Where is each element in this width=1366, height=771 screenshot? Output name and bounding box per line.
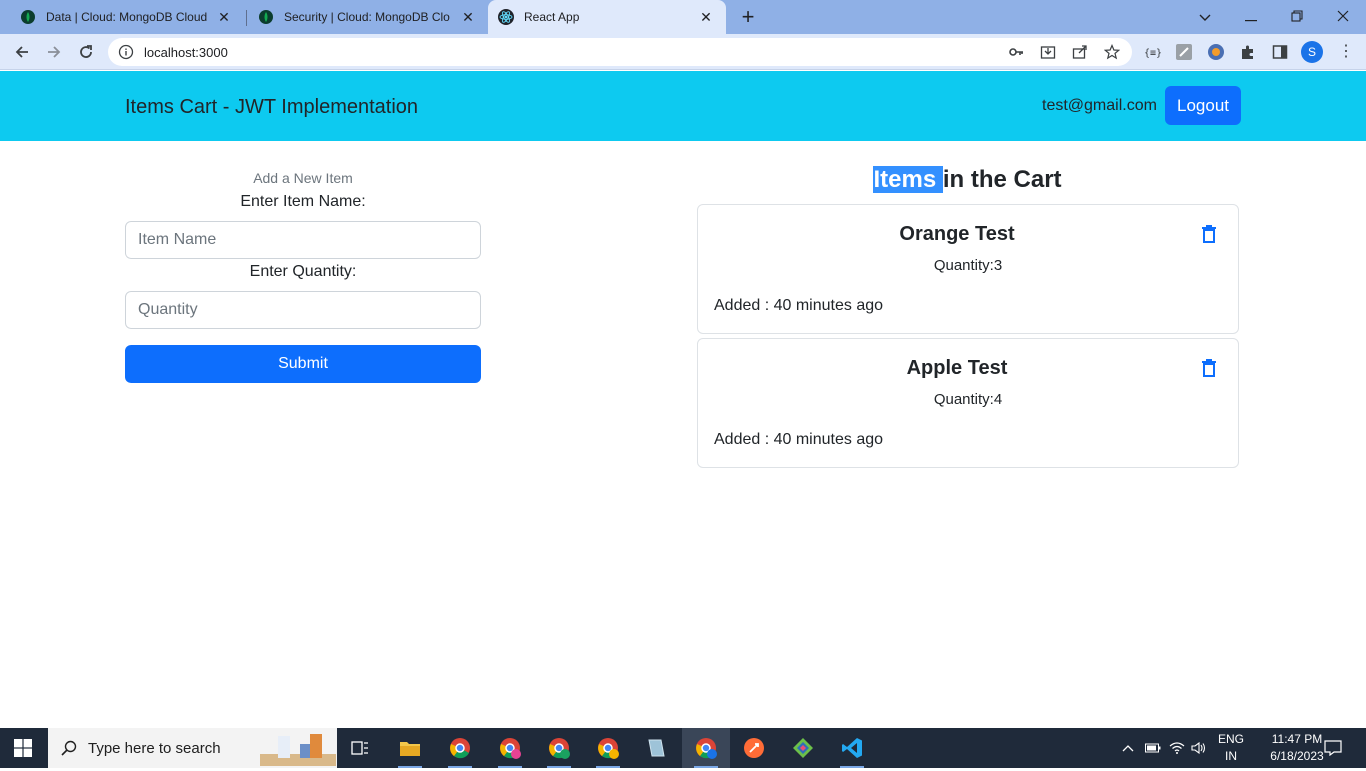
restore-icon[interactable] <box>1286 6 1308 28</box>
trash-icon[interactable] <box>1201 358 1217 378</box>
minimize-icon[interactable] <box>1240 6 1262 28</box>
quantity-input[interactable] <box>125 291 481 329</box>
chrome-profile-2-icon[interactable] <box>486 728 534 768</box>
tray-overflow-chevron-icon[interactable] <box>1120 728 1136 768</box>
tab-mongodb-data[interactable]: Data | Cloud: MongoDB Cloud ✕ <box>0 0 244 34</box>
file-explorer-icon[interactable] <box>386 728 434 768</box>
search-icon <box>60 739 78 757</box>
language-code: ENG <box>1217 732 1244 746</box>
chrome-profile-3-icon[interactable] <box>535 728 583 768</box>
cart-title: Items in the Cart <box>697 166 1238 194</box>
trash-icon[interactable] <box>1201 224 1217 244</box>
json-extension-icon[interactable]: {≡} <box>1143 43 1161 61</box>
user-email: test@gmail.com <box>1042 97 1157 114</box>
search-highlight-illustration-icon <box>260 730 336 766</box>
wifi-icon[interactable] <box>1168 728 1186 768</box>
item-added-time: Added : 40 minutes ago <box>714 297 884 314</box>
install-app-icon[interactable] <box>1040 44 1056 60</box>
forward-arrow-icon[interactable] <box>42 40 66 64</box>
region-code: IN <box>1225 749 1237 763</box>
bookmark-star-icon[interactable] <box>1104 44 1120 60</box>
chrome-profile-4-icon[interactable] <box>584 728 632 768</box>
tab-mongodb-security[interactable]: Security | Cloud: MongoDB Cloud ✕ <box>238 0 488 34</box>
search-placeholder: Type here to search <box>88 739 221 757</box>
window-close-icon[interactable] <box>1332 6 1354 28</box>
app-navbar: Items Cart - JWT Implementation test@gma… <box>0 71 1366 141</box>
cart-title-highlight: Items <box>873 166 943 193</box>
back-arrow-icon[interactable] <box>10 40 34 64</box>
battery-icon[interactable] <box>1144 728 1162 768</box>
item-name: Apple Test <box>906 357 1008 379</box>
address-bar[interactable]: localhost:3000 <box>108 38 1132 66</box>
taskbar-search-box[interactable]: Type here to search <box>48 728 337 768</box>
profile-avatar[interactable]: S <box>1301 41 1323 63</box>
cart-item-card: Orange Test Quantity:3 Added : 40 minute… <box>697 204 1239 334</box>
windows-taskbar: Type here to search ENG IN 11:47 PM 6/18… <box>0 728 1366 768</box>
item-name: Orange Test <box>899 223 1015 245</box>
tab-title: Security | Cloud: MongoDB Cloud <box>284 10 450 24</box>
close-icon[interactable]: ✕ <box>698 9 714 25</box>
side-panel-icon[interactable] <box>1271 43 1289 61</box>
mongodb-leaf-icon <box>20 9 36 25</box>
git-tool-icon[interactable] <box>779 728 827 768</box>
puzzle-extensions-icon[interactable] <box>1239 43 1257 61</box>
close-icon[interactable]: ✕ <box>460 9 476 25</box>
browser-tab-strip: Data | Cloud: MongoDB Cloud ✕ Security |… <box>0 0 1366 34</box>
chrome-active-icon[interactable] <box>682 728 730 768</box>
logout-button[interactable]: Logout <box>1165 86 1241 125</box>
item-name-input[interactable] <box>125 221 481 259</box>
item-added-time: Added : 40 minutes ago <box>714 431 884 448</box>
browser-menu-icon[interactable]: ⋮ <box>1338 43 1354 61</box>
item-name-label: Enter Item Name: <box>240 193 366 210</box>
key-icon[interactable] <box>1008 44 1024 60</box>
notes-app-icon[interactable] <box>632 728 680 768</box>
tab-react-app[interactable]: React App ✕ <box>488 0 726 34</box>
tab-title: Data | Cloud: MongoDB Cloud <box>46 10 208 24</box>
input-language[interactable]: ENG IN <box>1212 731 1250 765</box>
notifications-icon[interactable] <box>1322 728 1344 768</box>
cart-item-card: Apple Test Quantity:4 Added : 40 minutes… <box>697 338 1239 468</box>
mongodb-leaf-icon <box>258 9 274 25</box>
reload-icon[interactable] <box>74 40 98 64</box>
close-icon[interactable]: ✕ <box>216 9 232 25</box>
url-text: localhost:3000 <box>144 44 228 60</box>
quantity-label: Enter Quantity: <box>249 263 357 280</box>
item-quantity: Quantity:3 <box>933 257 1003 274</box>
postman-icon[interactable] <box>730 728 778 768</box>
volume-icon[interactable] <box>1190 728 1208 768</box>
extension-circle-icon[interactable] <box>1207 43 1225 61</box>
react-logo-icon <box>498 9 514 25</box>
site-info-icon[interactable] <box>118 44 134 60</box>
form-caption: Add a New Item <box>253 170 353 186</box>
app-brand[interactable]: Items Cart - JWT Implementation <box>125 96 418 119</box>
chrome-profile-1-icon[interactable] <box>436 728 484 768</box>
task-view-icon[interactable] <box>336 728 384 768</box>
cart-title-rest: in the Cart <box>942 166 1062 193</box>
tab-title: React App <box>524 10 580 24</box>
windows-start-icon[interactable] <box>14 739 32 757</box>
svg-text:{≡}: {≡} <box>1144 48 1161 59</box>
tab-search-chevron-icon[interactable] <box>1194 6 1216 28</box>
submit-button[interactable]: Submit <box>125 345 481 383</box>
vscode-icon[interactable] <box>828 728 876 768</box>
extension-tile-icon[interactable] <box>1175 43 1193 61</box>
new-tab-plus-icon[interactable]: + <box>738 6 758 28</box>
share-icon[interactable] <box>1072 44 1088 60</box>
browser-toolbar: localhost:3000 <box>0 34 1366 70</box>
item-quantity: Quantity:4 <box>933 391 1003 408</box>
